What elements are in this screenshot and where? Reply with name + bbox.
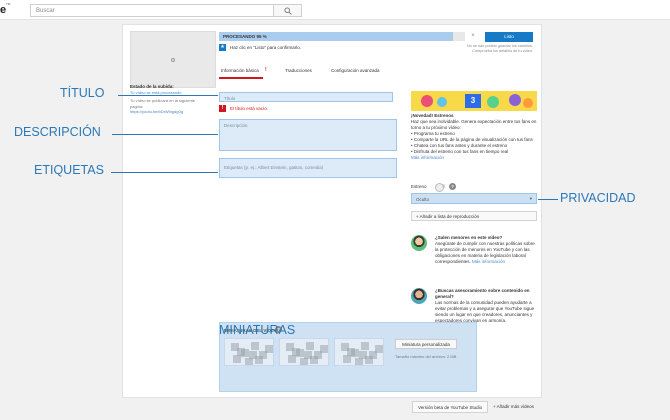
creator-avatar-icon	[411, 235, 427, 251]
add-to-playlist-button[interactable]: + Añadir a lista de reproducción	[411, 211, 537, 221]
upload-card: Estado de la subida: Tu vídeo se está pr…	[122, 24, 542, 398]
description-placeholder: Descripción	[224, 123, 248, 128]
active-tab-indicator	[219, 77, 263, 79]
add-more-videos-link[interactable]: + Añadir más vídeos	[488, 401, 539, 413]
error-icon: !	[219, 105, 226, 112]
callout-title-line	[118, 95, 218, 96]
callout-title: TÍTULO	[60, 86, 105, 100]
custom-thumbnail-button[interactable]: Miniatura personalizada	[395, 339, 457, 349]
calendar-icon: 3	[465, 94, 481, 108]
tags-input[interactable]: Etiquetas (p. ej.: Albert Einstein, gati…	[219, 158, 397, 178]
tab-translations[interactable]: Traducciones	[285, 68, 312, 73]
title-error-text: El título está vacío.	[230, 106, 269, 111]
right-column: 3 ¡Novedad! Estrenos Haz que sea inolvid…	[411, 25, 539, 329]
star-icon: ★	[219, 44, 226, 51]
help-icon[interactable]: ?	[449, 183, 456, 190]
tab-advanced[interactable]: Configuración avanzada	[331, 68, 380, 73]
thumbnail-option[interactable]	[334, 338, 384, 366]
title-input[interactable]: Título	[219, 92, 393, 102]
character-icon	[421, 95, 433, 107]
callout-tags-line	[111, 172, 218, 173]
character-icon	[509, 94, 521, 106]
progress-label: PROCESANDO 95 %	[223, 34, 267, 39]
thumbnail-option[interactable]	[224, 338, 274, 366]
character-icon	[437, 97, 447, 107]
tab-bar: Información básica ! Traducciones Config…	[219, 66, 399, 79]
thumbnail-size-note: Tamaño máximo del archivo: 2 MB	[395, 354, 457, 359]
search-placeholder: Buscar	[36, 8, 55, 14]
callout-privacy: PRIVACIDAD	[560, 191, 636, 205]
guidelines-heading: ¿Buscas asesoramiento sobre contenido en…	[435, 288, 530, 300]
premieres-intro: Haz que sea inolvidable. Genera expectac…	[411, 119, 537, 131]
description-input[interactable]: Descripción	[219, 119, 397, 151]
tags-placeholder: Etiquetas (p. ej.: Albert Einstein, gati…	[224, 165, 324, 170]
chevron-down-icon: ▾	[529, 196, 532, 201]
studio-beta-button[interactable]: Versión beta de YouTube Studio	[412, 401, 489, 413]
search-icon	[284, 7, 292, 15]
callout-description: DESCRIPCIÓN	[14, 125, 101, 139]
callout-thumbnails: MINIATURAS	[219, 323, 296, 337]
premiere-toggle[interactable]	[435, 183, 445, 192]
callout-description-line	[112, 134, 218, 135]
thumbnail-option[interactable]	[279, 338, 329, 366]
upload-status: Estado de la subida: Tu vídeo se está pr…	[130, 84, 220, 115]
confirm-text: Haz clic en "Listo" para confirmarlo.	[230, 45, 301, 50]
loading-icon	[171, 58, 175, 62]
confirm-hint: ★ Haz clic en "Listo" para confirmarlo.	[219, 44, 419, 52]
premieres-banner: 3	[411, 91, 537, 111]
video-link[interactable]: https://youtu.be/bDrWlhgdg0g	[130, 109, 220, 114]
character-icon	[487, 96, 499, 108]
title-placeholder: Título	[224, 96, 236, 101]
premieres-info: ¡Novedad! Estrenos Haz que sea inolvidab…	[411, 113, 537, 162]
playlist-button-label: + Añadir a lista de reproducción	[416, 214, 480, 219]
premieres-more-link[interactable]: Más información	[411, 155, 537, 161]
guidelines-body: Las normas de la comunidad pueden ayudar…	[435, 300, 535, 324]
video-preview	[130, 31, 216, 88]
tab-basic-info[interactable]: Información básica	[221, 68, 259, 73]
privacy-select[interactable]: Oculto ▾	[411, 193, 537, 204]
callout-privacy-line	[538, 199, 558, 200]
premiere-toggle-row: Estreno ?	[411, 183, 537, 192]
logo-trademark: TM	[6, 2, 11, 6]
top-bar: e TM Buscar	[0, 0, 670, 20]
kids-more-link[interactable]: Más información	[472, 259, 505, 264]
search-button[interactable]	[274, 4, 302, 17]
privacy-value: Oculto	[416, 197, 430, 202]
creator-avatar-icon	[411, 288, 427, 304]
callout-tags: ETIQUETAS	[34, 163, 104, 177]
tab-warning-icon: !	[265, 67, 267, 73]
search-input[interactable]: Buscar	[30, 4, 274, 17]
character-icon	[523, 98, 533, 108]
premiere-label: Estreno	[411, 184, 427, 189]
